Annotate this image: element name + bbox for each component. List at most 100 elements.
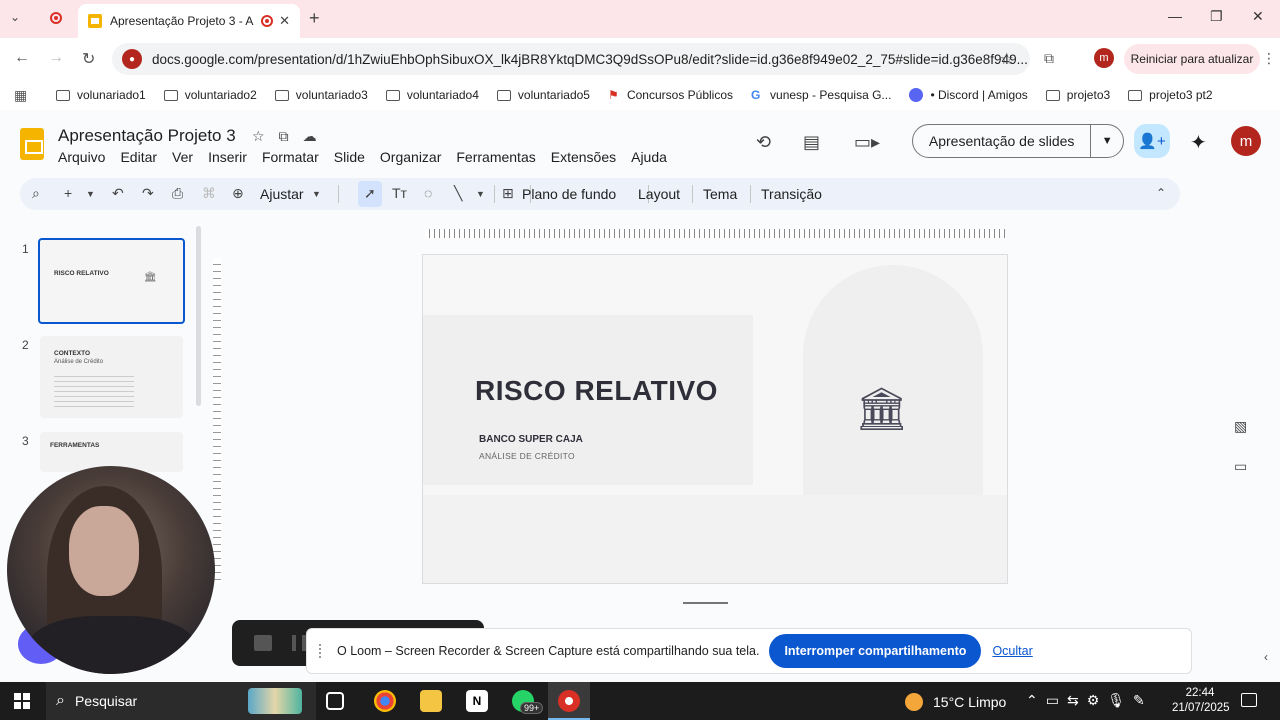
menu-arquivo[interactable]: Arquivo (58, 149, 105, 165)
chrome-icon[interactable] (374, 690, 396, 712)
select-cursor-icon[interactable]: ➚ (364, 185, 376, 202)
restart-to-update-button[interactable]: Reiniciar para atualizar (1124, 44, 1260, 74)
line-icon[interactable]: ╲ (454, 185, 462, 202)
bookmark-item[interactable]: Gvunesp - Pesquisa G... (751, 88, 891, 102)
background-button[interactable]: Plano de fundo (522, 186, 616, 202)
menu-ferramentas[interactable]: Ferramentas (456, 149, 535, 165)
slide-thumbnail-1[interactable]: RISCO RELATIVO 🏛 (38, 238, 185, 324)
new-slide-plus-icon[interactable]: + (64, 185, 72, 201)
slideshow-dropdown-icon[interactable]: ▼ (1091, 135, 1123, 147)
side-panel-chevron-icon[interactable]: ‹ (1264, 650, 1268, 664)
back-arrow-icon[interactable]: ← (14, 49, 30, 67)
task-view-icon[interactable] (326, 692, 344, 710)
bookmark-item[interactable]: projeto3 pt2 (1128, 88, 1213, 102)
tab-search-chevron-icon[interactable]: ⌄ (10, 10, 20, 24)
move-folder-icon[interactable]: ⧉ (279, 128, 303, 144)
slideshow-label[interactable]: Apresentação de slides (913, 125, 1092, 157)
redo-icon[interactable]: ↷ (142, 185, 154, 202)
shape-icon[interactable]: ◌ (424, 185, 432, 201)
cloud-status-icon[interactable]: ☁ (303, 128, 331, 144)
new-tab-plus-icon[interactable]: + (309, 8, 320, 29)
side-folder-icon[interactable]: ▭ (1234, 458, 1247, 475)
version-history-icon[interactable]: ⟲ (756, 132, 771, 153)
text-box-icon[interactable]: Tт (392, 185, 407, 201)
share-button[interactable]: 👤+ (1134, 124, 1170, 158)
layout-button[interactable]: Layout (638, 186, 680, 202)
zoom-icon[interactable]: ⊕ (232, 185, 244, 202)
menu-ajuda[interactable]: Ajuda (631, 149, 667, 165)
menu-inserir[interactable]: Inserir (208, 149, 247, 165)
reload-icon[interactable]: ↻ (82, 49, 95, 69)
bookmark-item[interactable]: volunariado1 (56, 88, 146, 102)
apps-grid-icon[interactable]: ▦ (14, 87, 34, 104)
insert-comment-icon[interactable]: ⊞ (502, 185, 514, 202)
menu-editar[interactable]: Editar (120, 149, 157, 165)
slide-caption[interactable]: ANÁLISE DE CRÉDITO (479, 451, 575, 461)
star-icon[interactable]: ☆ (252, 128, 279, 144)
bookmark-item[interactable]: voluntariado5 (496, 88, 590, 102)
address-bar[interactable]: ● docs.google.com/presentation/d/1hZwiuE… (112, 43, 1030, 75)
paint-format-icon[interactable]: ⌘ (202, 185, 216, 202)
menu-extensoes[interactable]: Extensões (551, 149, 616, 165)
chrome-profile-icon[interactable] (558, 690, 580, 712)
stop-sharing-button[interactable]: Interromper compartilhamento (769, 634, 982, 668)
meet-video-icon[interactable]: ▭▸ (854, 132, 880, 153)
slide-editor[interactable]: RISCO RELATIVO BANCO SUPER CAJA ANÁLISE … (422, 254, 1008, 584)
new-slide-dropdown-icon[interactable]: ▼ (86, 189, 95, 199)
slide-thumbnail-2[interactable]: CONTEXTO Análise de Crédito (40, 336, 183, 418)
hide-notification-link[interactable]: Ocultar (992, 644, 1032, 658)
menu-organizar[interactable]: Organizar (380, 149, 441, 165)
system-clock[interactable]: 22:44 21/07/2025 (1172, 686, 1230, 716)
drag-grip-icon[interactable] (319, 644, 323, 658)
system-tray-icons[interactable]: ⌃▭⇆⚙🎙✎ (1026, 692, 1153, 709)
undo-icon[interactable]: ↶ (112, 185, 124, 202)
document-title[interactable]: Apresentação Projeto 3 (58, 126, 236, 146)
file-explorer-icon[interactable] (420, 690, 442, 712)
window-close-icon[interactable]: ✕ (1252, 8, 1264, 25)
bookmark-item[interactable]: ⚑ Concursos Públicos (608, 88, 733, 102)
loom-pause-icon[interactable] (292, 635, 306, 651)
extensions-icon[interactable]: ⧉ (1044, 50, 1054, 67)
forward-arrow-icon[interactable]: → (48, 49, 64, 67)
bookmark-item[interactable]: voluntariado3 (274, 88, 368, 102)
collapse-toolbar-chevron-icon[interactable]: ⌃ (1156, 186, 1166, 200)
bookmark-item[interactable]: projeto3 (1045, 88, 1110, 102)
slides-logo-icon[interactable] (20, 128, 44, 160)
tab-close-icon[interactable]: ✕ (279, 13, 290, 29)
line-dropdown-icon[interactable]: ▼ (476, 189, 485, 199)
browser-profile-avatar[interactable]: m (1094, 48, 1114, 68)
loom-stop-icon[interactable] (254, 635, 272, 651)
recording-indicator-icon[interactable] (50, 12, 62, 24)
slide-title[interactable]: RISCO RELATIVO (475, 375, 718, 407)
menu-slide[interactable]: Slide (334, 149, 365, 165)
menu-ver[interactable]: Ver (172, 149, 193, 165)
bookmark-item[interactable]: voluntariado2 (163, 88, 257, 102)
notion-icon[interactable]: N (466, 690, 488, 712)
account-avatar[interactable]: m (1231, 126, 1261, 156)
filmstrip-scrollbar[interactable] (196, 226, 201, 406)
notifications-icon[interactable] (1241, 693, 1257, 707)
restore-icon[interactable]: ❐ (1210, 8, 1223, 25)
slide-subtitle[interactable]: BANCO SUPER CAJA (479, 434, 583, 445)
speaker-notes-handle[interactable] (683, 602, 728, 604)
minimize-icon[interactable]: — (1168, 8, 1182, 24)
webcam-bubble[interactable] (7, 466, 215, 674)
bank-icon[interactable]: 🏛 (855, 385, 908, 434)
search-menus-icon[interactable]: ⌕ (32, 185, 40, 202)
bookmark-star-icon[interactable]: ☆ (1000, 49, 1014, 69)
screen-share-icon[interactable]: ● (122, 49, 142, 69)
zoom-select[interactable]: Ajustar (260, 186, 304, 202)
taskbar-search[interactable]: ⌕ Pesquisar (46, 682, 316, 720)
zoom-dropdown-icon[interactable]: ▼ (312, 189, 321, 199)
menu-formatar[interactable]: Formatar (262, 149, 319, 165)
theme-button[interactable]: Tema (703, 186, 737, 202)
slideshow-button[interactable]: Apresentação de slides ▼ (912, 124, 1124, 158)
bookmark-item[interactable]: • Discord | Amigos (909, 88, 1028, 102)
gemini-sparkle-icon[interactable]: ✦ (1190, 130, 1207, 155)
browser-tab-active[interactable]: Apresentação Projeto 3 - A ✕ (78, 4, 300, 38)
keep-notes-icon[interactable]: ▧ (1234, 418, 1247, 435)
transition-button[interactable]: Transição (761, 186, 822, 202)
weather-widget[interactable]: 15°C Limpo (905, 693, 1006, 711)
bookmark-item[interactable]: voluntariado4 (385, 88, 479, 102)
print-icon[interactable]: ⎙ (172, 185, 183, 202)
